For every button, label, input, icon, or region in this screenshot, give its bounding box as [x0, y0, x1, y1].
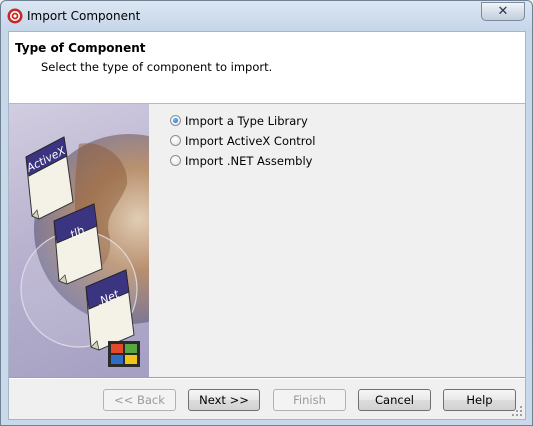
radio-button-activex-control[interactable] [170, 135, 181, 146]
close-icon: ✕ [497, 4, 509, 19]
header-panel: Type of Component Select the type of com… [9, 32, 525, 104]
footer-divider [9, 377, 525, 379]
windows-logo-icon [108, 341, 140, 367]
option-label[interactable]: Import .NET Assembly [185, 154, 312, 168]
help-button[interactable]: Help [443, 389, 516, 411]
dialog-window: Import Component ✕ Type of Component Sel… [0, 0, 533, 426]
page-title: Type of Component [15, 41, 146, 55]
app-icon [7, 8, 23, 24]
option-label[interactable]: Import a Type Library [185, 114, 308, 128]
title-bar[interactable]: Import Component ✕ [1, 1, 532, 31]
page-subtitle: Select the type of component to import. [41, 60, 273, 74]
cancel-button[interactable]: Cancel [358, 389, 431, 411]
window-title: Import Component [27, 9, 141, 23]
wizard-illustration: ActiveX .tlb .Net [9, 104, 149, 377]
resize-grip-icon[interactable] [512, 406, 523, 417]
back-button[interactable]: << Back [103, 389, 176, 411]
dialog-body: Type of Component Select the type of com… [8, 31, 526, 420]
finish-button[interactable]: Finish [273, 389, 346, 411]
close-button[interactable]: ✕ [481, 2, 525, 21]
next-button[interactable]: Next >> [188, 389, 260, 411]
radio-button-net-assembly[interactable] [170, 155, 181, 166]
radio-button-type-library[interactable] [170, 115, 181, 126]
option-label[interactable]: Import ActiveX Control [185, 134, 316, 148]
